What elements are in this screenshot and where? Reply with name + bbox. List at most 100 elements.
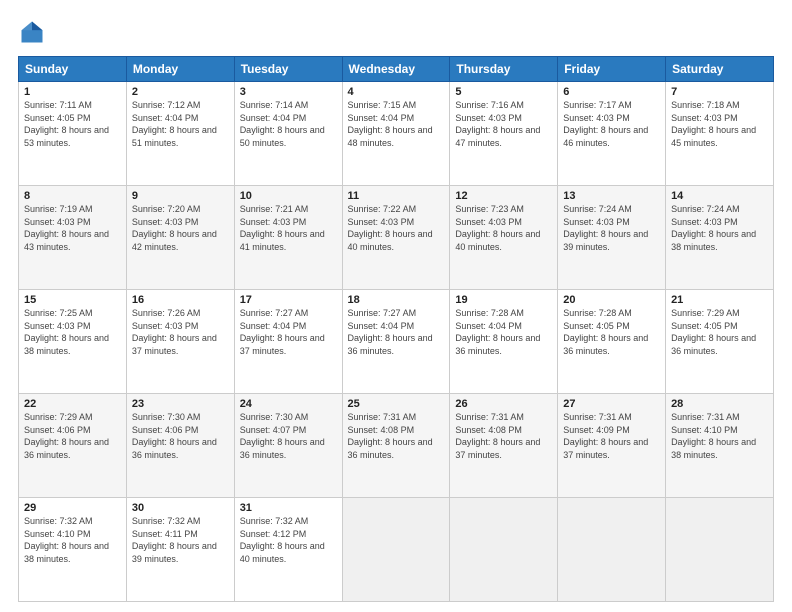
day-info: Sunrise: 7:31 AMSunset: 4:10 PMDaylight:…: [671, 411, 768, 461]
col-header-friday: Friday: [558, 57, 666, 82]
day-number: 1: [24, 86, 121, 98]
day-info: Sunrise: 7:15 AMSunset: 4:04 PMDaylight:…: [348, 99, 445, 149]
logo: [18, 18, 52, 46]
day-info: Sunrise: 7:17 AMSunset: 4:03 PMDaylight:…: [563, 99, 660, 149]
calendar-week-4: 22Sunrise: 7:29 AMSunset: 4:06 PMDayligh…: [19, 394, 774, 498]
col-header-thursday: Thursday: [450, 57, 558, 82]
day-number: 21: [671, 294, 768, 306]
day-number: 18: [348, 294, 445, 306]
calendar-cell: [666, 498, 774, 602]
day-info: Sunrise: 7:22 AMSunset: 4:03 PMDaylight:…: [348, 203, 445, 253]
day-number: 22: [24, 398, 121, 410]
calendar-cell: [342, 498, 450, 602]
day-number: 13: [563, 190, 660, 202]
day-number: 3: [240, 86, 337, 98]
calendar-cell: 29Sunrise: 7:32 AMSunset: 4:10 PMDayligh…: [19, 498, 127, 602]
calendar-table: SundayMondayTuesdayWednesdayThursdayFrid…: [18, 56, 774, 602]
day-info: Sunrise: 7:12 AMSunset: 4:04 PMDaylight:…: [132, 99, 229, 149]
calendar-cell: 12Sunrise: 7:23 AMSunset: 4:03 PMDayligh…: [450, 186, 558, 290]
calendar-cell: 3Sunrise: 7:14 AMSunset: 4:04 PMDaylight…: [234, 82, 342, 186]
day-info: Sunrise: 7:25 AMSunset: 4:03 PMDaylight:…: [24, 307, 121, 357]
day-number: 4: [348, 86, 445, 98]
day-number: 29: [24, 502, 121, 514]
day-info: Sunrise: 7:26 AMSunset: 4:03 PMDaylight:…: [132, 307, 229, 357]
day-info: Sunrise: 7:28 AMSunset: 4:04 PMDaylight:…: [455, 307, 552, 357]
day-number: 30: [132, 502, 229, 514]
day-number: 28: [671, 398, 768, 410]
day-info: Sunrise: 7:27 AMSunset: 4:04 PMDaylight:…: [240, 307, 337, 357]
col-header-tuesday: Tuesday: [234, 57, 342, 82]
day-number: 19: [455, 294, 552, 306]
day-info: Sunrise: 7:27 AMSunset: 4:04 PMDaylight:…: [348, 307, 445, 357]
calendar-cell: 7Sunrise: 7:18 AMSunset: 4:03 PMDaylight…: [666, 82, 774, 186]
day-info: Sunrise: 7:14 AMSunset: 4:04 PMDaylight:…: [240, 99, 337, 149]
calendar-cell: 18Sunrise: 7:27 AMSunset: 4:04 PMDayligh…: [342, 290, 450, 394]
day-info: Sunrise: 7:24 AMSunset: 4:03 PMDaylight:…: [671, 203, 768, 253]
calendar-cell: 26Sunrise: 7:31 AMSunset: 4:08 PMDayligh…: [450, 394, 558, 498]
col-header-wednesday: Wednesday: [342, 57, 450, 82]
day-info: Sunrise: 7:32 AMSunset: 4:10 PMDaylight:…: [24, 515, 121, 565]
day-info: Sunrise: 7:30 AMSunset: 4:06 PMDaylight:…: [132, 411, 229, 461]
calendar-cell: 17Sunrise: 7:27 AMSunset: 4:04 PMDayligh…: [234, 290, 342, 394]
calendar-cell: [450, 498, 558, 602]
calendar-cell: 20Sunrise: 7:28 AMSunset: 4:05 PMDayligh…: [558, 290, 666, 394]
day-info: Sunrise: 7:18 AMSunset: 4:03 PMDaylight:…: [671, 99, 768, 149]
header: [18, 18, 774, 46]
day-info: Sunrise: 7:28 AMSunset: 4:05 PMDaylight:…: [563, 307, 660, 357]
calendar-cell: 9Sunrise: 7:20 AMSunset: 4:03 PMDaylight…: [126, 186, 234, 290]
calendar-cell: 10Sunrise: 7:21 AMSunset: 4:03 PMDayligh…: [234, 186, 342, 290]
day-number: 20: [563, 294, 660, 306]
calendar-cell: 8Sunrise: 7:19 AMSunset: 4:03 PMDaylight…: [19, 186, 127, 290]
col-header-sunday: Sunday: [19, 57, 127, 82]
calendar-header-row: SundayMondayTuesdayWednesdayThursdayFrid…: [19, 57, 774, 82]
calendar-cell: 13Sunrise: 7:24 AMSunset: 4:03 PMDayligh…: [558, 186, 666, 290]
day-info: Sunrise: 7:29 AMSunset: 4:06 PMDaylight:…: [24, 411, 121, 461]
day-info: Sunrise: 7:19 AMSunset: 4:03 PMDaylight:…: [24, 203, 121, 253]
day-number: 5: [455, 86, 552, 98]
day-number: 14: [671, 190, 768, 202]
page: SundayMondayTuesdayWednesdayThursdayFrid…: [0, 0, 792, 612]
calendar-week-3: 15Sunrise: 7:25 AMSunset: 4:03 PMDayligh…: [19, 290, 774, 394]
calendar-cell: 2Sunrise: 7:12 AMSunset: 4:04 PMDaylight…: [126, 82, 234, 186]
calendar-cell: 11Sunrise: 7:22 AMSunset: 4:03 PMDayligh…: [342, 186, 450, 290]
calendar-cell: 27Sunrise: 7:31 AMSunset: 4:09 PMDayligh…: [558, 394, 666, 498]
day-info: Sunrise: 7:31 AMSunset: 4:09 PMDaylight:…: [563, 411, 660, 461]
day-number: 24: [240, 398, 337, 410]
calendar-week-5: 29Sunrise: 7:32 AMSunset: 4:10 PMDayligh…: [19, 498, 774, 602]
col-header-saturday: Saturday: [666, 57, 774, 82]
day-number: 25: [348, 398, 445, 410]
day-info: Sunrise: 7:32 AMSunset: 4:12 PMDaylight:…: [240, 515, 337, 565]
calendar-cell: 30Sunrise: 7:32 AMSunset: 4:11 PMDayligh…: [126, 498, 234, 602]
calendar-cell: 31Sunrise: 7:32 AMSunset: 4:12 PMDayligh…: [234, 498, 342, 602]
day-info: Sunrise: 7:11 AMSunset: 4:05 PMDaylight:…: [24, 99, 121, 149]
day-info: Sunrise: 7:21 AMSunset: 4:03 PMDaylight:…: [240, 203, 337, 253]
calendar-cell: 24Sunrise: 7:30 AMSunset: 4:07 PMDayligh…: [234, 394, 342, 498]
day-number: 26: [455, 398, 552, 410]
calendar-cell: 4Sunrise: 7:15 AMSunset: 4:04 PMDaylight…: [342, 82, 450, 186]
calendar-cell: 21Sunrise: 7:29 AMSunset: 4:05 PMDayligh…: [666, 290, 774, 394]
day-number: 27: [563, 398, 660, 410]
calendar-cell: 1Sunrise: 7:11 AMSunset: 4:05 PMDaylight…: [19, 82, 127, 186]
calendar-week-1: 1Sunrise: 7:11 AMSunset: 4:05 PMDaylight…: [19, 82, 774, 186]
day-info: Sunrise: 7:30 AMSunset: 4:07 PMDaylight:…: [240, 411, 337, 461]
calendar-cell: [558, 498, 666, 602]
day-info: Sunrise: 7:32 AMSunset: 4:11 PMDaylight:…: [132, 515, 229, 565]
day-number: 12: [455, 190, 552, 202]
calendar-cell: 15Sunrise: 7:25 AMSunset: 4:03 PMDayligh…: [19, 290, 127, 394]
day-number: 6: [563, 86, 660, 98]
day-number: 9: [132, 190, 229, 202]
day-info: Sunrise: 7:16 AMSunset: 4:03 PMDaylight:…: [455, 99, 552, 149]
day-number: 10: [240, 190, 337, 202]
calendar-cell: 25Sunrise: 7:31 AMSunset: 4:08 PMDayligh…: [342, 394, 450, 498]
day-info: Sunrise: 7:24 AMSunset: 4:03 PMDaylight:…: [563, 203, 660, 253]
col-header-monday: Monday: [126, 57, 234, 82]
day-number: 2: [132, 86, 229, 98]
day-number: 31: [240, 502, 337, 514]
day-number: 15: [24, 294, 121, 306]
calendar-cell: 14Sunrise: 7:24 AMSunset: 4:03 PMDayligh…: [666, 186, 774, 290]
day-number: 7: [671, 86, 768, 98]
day-number: 11: [348, 190, 445, 202]
day-info: Sunrise: 7:31 AMSunset: 4:08 PMDaylight:…: [455, 411, 552, 461]
calendar-cell: 28Sunrise: 7:31 AMSunset: 4:10 PMDayligh…: [666, 394, 774, 498]
calendar-cell: 6Sunrise: 7:17 AMSunset: 4:03 PMDaylight…: [558, 82, 666, 186]
